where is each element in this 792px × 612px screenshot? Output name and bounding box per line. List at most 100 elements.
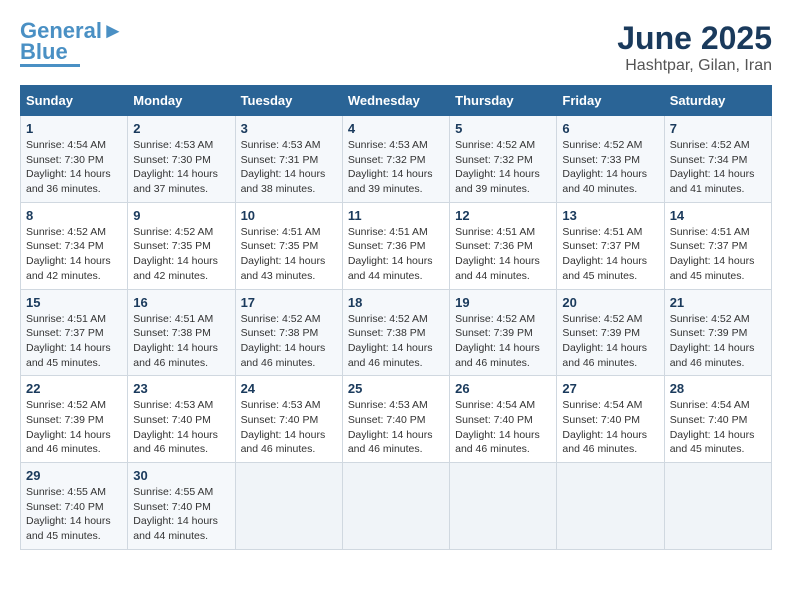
day-info: Sunrise: 4:51 AMSunset: 7:37 PMDaylight:… [670, 225, 766, 284]
calendar-week-5: 29 Sunrise: 4:55 AMSunset: 7:40 PMDayligh… [21, 463, 772, 550]
calendar-cell: 26 Sunrise: 4:54 AMSunset: 7:40 PMDayligh… [450, 376, 557, 463]
weekday-header-friday: Friday [557, 86, 664, 116]
day-info: Sunrise: 4:52 AMSunset: 7:38 PMDaylight:… [241, 312, 337, 371]
day-info: Sunrise: 4:52 AMSunset: 7:39 PMDaylight:… [670, 312, 766, 371]
calendar-cell: 21 Sunrise: 4:52 AMSunset: 7:39 PMDayligh… [664, 289, 771, 376]
calendar-cell: 22Sunrise: 4:52 AMSunset: 7:39 PMDayligh… [21, 376, 128, 463]
day-number: 20 [562, 295, 658, 310]
day-number: 3 [241, 121, 337, 136]
day-info: Sunrise: 4:52 AMSunset: 7:35 PMDaylight:… [133, 225, 229, 284]
day-number: 18 [348, 295, 444, 310]
calendar-cell [342, 463, 449, 550]
day-info: Sunrise: 4:54 AMSunset: 7:30 PMDaylight:… [26, 138, 122, 197]
day-number: 27 [562, 381, 658, 396]
day-info: Sunrise: 4:53 AMSunset: 7:31 PMDaylight:… [241, 138, 337, 197]
day-number: 13 [562, 208, 658, 223]
page-header: General► Blue June 2025 Hashtpar, Gilan,… [20, 20, 772, 75]
calendar-cell: 11Sunrise: 4:51 AMSunset: 7:36 PMDayligh… [342, 202, 449, 289]
calendar-cell [557, 463, 664, 550]
calendar-week-4: 22Sunrise: 4:52 AMSunset: 7:39 PMDayligh… [21, 376, 772, 463]
day-number: 7 [670, 121, 766, 136]
calendar-cell: 1 Sunrise: 4:54 AMSunset: 7:30 PMDaylight… [21, 116, 128, 203]
day-info: Sunrise: 4:52 AMSunset: 7:39 PMDaylight:… [455, 312, 551, 371]
calendar-cell: 27 Sunrise: 4:54 AMSunset: 7:40 PMDayligh… [557, 376, 664, 463]
calendar-cell [235, 463, 342, 550]
day-info: Sunrise: 4:52 AMSunset: 7:33 PMDaylight:… [562, 138, 658, 197]
day-info: Sunrise: 4:53 AMSunset: 7:32 PMDaylight:… [348, 138, 444, 197]
calendar-cell: 13 Sunrise: 4:51 AMSunset: 7:37 PMDayligh… [557, 202, 664, 289]
day-number: 30 [133, 468, 229, 483]
calendar-cell: 6Sunrise: 4:52 AMSunset: 7:33 PMDaylight… [557, 116, 664, 203]
calendar-cell: 19Sunrise: 4:52 AMSunset: 7:39 PMDayligh… [450, 289, 557, 376]
calendar-cell: 18 Sunrise: 4:52 AMSunset: 7:38 PMDayligh… [342, 289, 449, 376]
day-info: Sunrise: 4:55 AMSunset: 7:40 PMDaylight:… [26, 485, 122, 544]
calendar-cell: 10 Sunrise: 4:51 AMSunset: 7:35 PMDayligh… [235, 202, 342, 289]
calendar-cell: 9 Sunrise: 4:52 AMSunset: 7:35 PMDaylight… [128, 202, 235, 289]
logo-blue-text: Blue [20, 42, 68, 62]
calendar-cell: 14 Sunrise: 4:51 AMSunset: 7:37 PMDayligh… [664, 202, 771, 289]
day-info: Sunrise: 4:53 AMSunset: 7:40 PMDaylight:… [241, 398, 337, 457]
title-area: June 2025 Hashtpar, Gilan, Iran [617, 20, 772, 75]
calendar-cell: 2Sunrise: 4:53 AMSunset: 7:30 PMDaylight… [128, 116, 235, 203]
calendar-cell: 29 Sunrise: 4:55 AMSunset: 7:40 PMDayligh… [21, 463, 128, 550]
weekday-header-saturday: Saturday [664, 86, 771, 116]
calendar-cell: 12 Sunrise: 4:51 AMSunset: 7:36 PMDayligh… [450, 202, 557, 289]
day-number: 16 [133, 295, 229, 310]
day-number: 11 [348, 208, 444, 223]
calendar-cell: 30 Sunrise: 4:55 AMSunset: 7:40 PMDayligh… [128, 463, 235, 550]
day-number: 14 [670, 208, 766, 223]
day-info: Sunrise: 4:54 AMSunset: 7:40 PMDaylight:… [670, 398, 766, 457]
weekday-header-thursday: Thursday [450, 86, 557, 116]
day-info: Sunrise: 4:51 AMSunset: 7:38 PMDaylight:… [133, 312, 229, 371]
calendar-cell: 8 Sunrise: 4:52 AMSunset: 7:34 PMDaylight… [21, 202, 128, 289]
calendar-cell: 4 Sunrise: 4:53 AMSunset: 7:32 PMDaylight… [342, 116, 449, 203]
day-number: 25 [348, 381, 444, 396]
calendar-cell: 28Sunrise: 4:54 AMSunset: 7:40 PMDayligh… [664, 376, 771, 463]
day-number: 12 [455, 208, 551, 223]
calendar-cell: 25Sunrise: 4:53 AMSunset: 7:40 PMDayligh… [342, 376, 449, 463]
calendar-cell: 20 Sunrise: 4:52 AMSunset: 7:39 PMDayligh… [557, 289, 664, 376]
day-number: 15 [26, 295, 122, 310]
weekday-header-tuesday: Tuesday [235, 86, 342, 116]
calendar-week-1: 1 Sunrise: 4:54 AMSunset: 7:30 PMDaylight… [21, 116, 772, 203]
calendar-cell: 15 Sunrise: 4:51 AMSunset: 7:37 PMDayligh… [21, 289, 128, 376]
day-number: 24 [241, 381, 337, 396]
calendar-header: SundayMondayTuesdayWednesdayThursdayFrid… [21, 86, 772, 116]
day-info: Sunrise: 4:54 AMSunset: 7:40 PMDaylight:… [455, 398, 551, 457]
calendar-cell: 17 Sunrise: 4:52 AMSunset: 7:38 PMDayligh… [235, 289, 342, 376]
weekday-header-monday: Monday [128, 86, 235, 116]
day-info: Sunrise: 4:51 AMSunset: 7:37 PMDaylight:… [562, 225, 658, 284]
day-number: 17 [241, 295, 337, 310]
day-number: 1 [26, 121, 122, 136]
day-info: Sunrise: 4:51 AMSunset: 7:36 PMDaylight:… [455, 225, 551, 284]
calendar-week-3: 15 Sunrise: 4:51 AMSunset: 7:37 PMDayligh… [21, 289, 772, 376]
calendar-cell [450, 463, 557, 550]
weekday-header-sunday: Sunday [21, 86, 128, 116]
calendar-body: 1 Sunrise: 4:54 AMSunset: 7:30 PMDaylight… [21, 116, 772, 550]
day-info: Sunrise: 4:52 AMSunset: 7:34 PMDaylight:… [26, 225, 122, 284]
day-number: 4 [348, 121, 444, 136]
day-number: 9 [133, 208, 229, 223]
calendar-cell: 23Sunrise: 4:53 AMSunset: 7:40 PMDayligh… [128, 376, 235, 463]
calendar-table: SundayMondayTuesdayWednesdayThursdayFrid… [20, 85, 772, 550]
day-info: Sunrise: 4:53 AMSunset: 7:30 PMDaylight:… [133, 138, 229, 197]
day-number: 10 [241, 208, 337, 223]
day-info: Sunrise: 4:52 AMSunset: 7:32 PMDaylight:… [455, 138, 551, 197]
calendar-week-2: 8 Sunrise: 4:52 AMSunset: 7:34 PMDaylight… [21, 202, 772, 289]
day-info: Sunrise: 4:52 AMSunset: 7:38 PMDaylight:… [348, 312, 444, 371]
calendar-cell: 7Sunrise: 4:52 AMSunset: 7:34 PMDaylight… [664, 116, 771, 203]
day-info: Sunrise: 4:51 AMSunset: 7:37 PMDaylight:… [26, 312, 122, 371]
calendar-cell: 3 Sunrise: 4:53 AMSunset: 7:31 PMDaylight… [235, 116, 342, 203]
day-info: Sunrise: 4:55 AMSunset: 7:40 PMDaylight:… [133, 485, 229, 544]
logo-underline [20, 64, 80, 67]
calendar-cell [664, 463, 771, 550]
day-info: Sunrise: 4:54 AMSunset: 7:40 PMDaylight:… [562, 398, 658, 457]
day-number: 8 [26, 208, 122, 223]
day-info: Sunrise: 4:52 AMSunset: 7:39 PMDaylight:… [562, 312, 658, 371]
day-number: 29 [26, 468, 122, 483]
day-number: 26 [455, 381, 551, 396]
day-number: 21 [670, 295, 766, 310]
day-number: 22 [26, 381, 122, 396]
day-info: Sunrise: 4:51 AMSunset: 7:35 PMDaylight:… [241, 225, 337, 284]
location: Hashtpar, Gilan, Iran [617, 57, 772, 75]
